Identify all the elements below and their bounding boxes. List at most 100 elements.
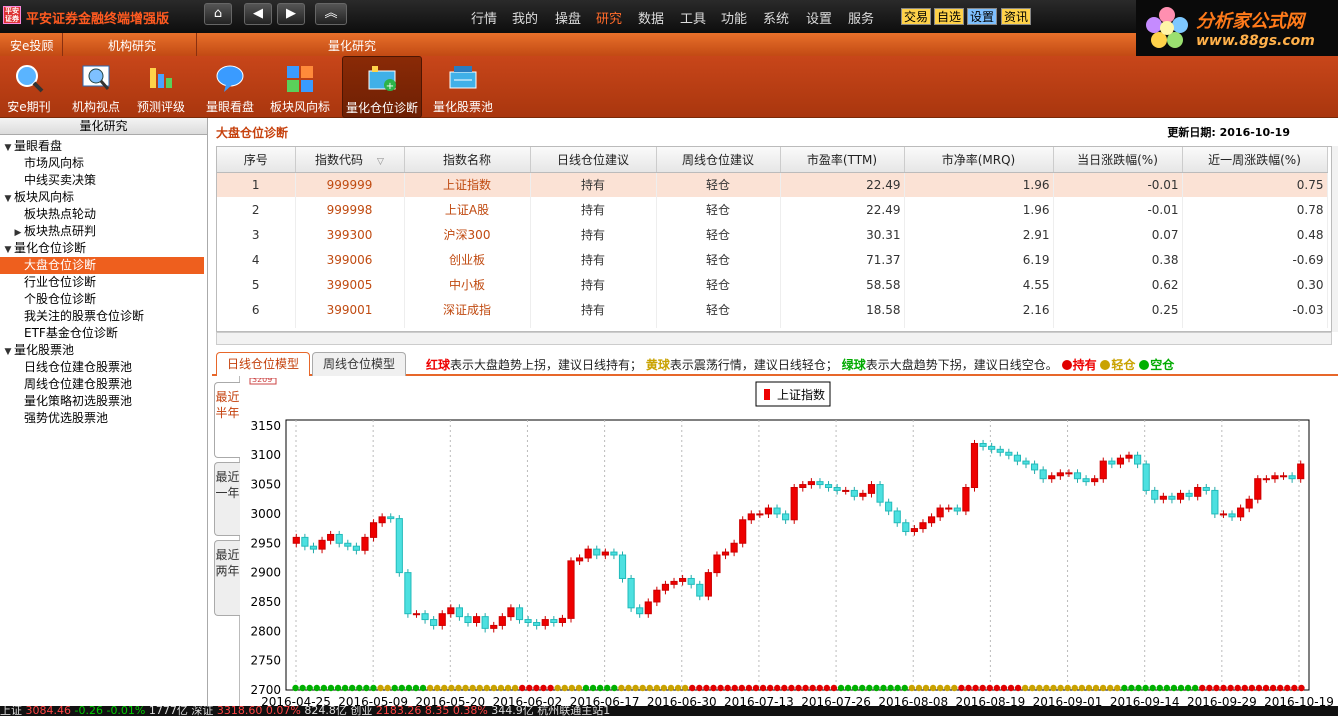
candle	[910, 528, 918, 533]
rating-bars-icon	[150, 68, 172, 88]
sidebar-item[interactable]: ▶ 板块热点研判	[0, 223, 204, 240]
column-header[interactable]: 序号	[217, 147, 296, 173]
back-icon[interactable]: ◀	[244, 3, 272, 25]
candle	[1039, 469, 1047, 480]
sidebar-item[interactable]: ▼ 量化仓位诊断	[0, 240, 204, 257]
sidebar: 量化研究 ▼ 量眼看盘 市场风向标 中线买卖决策 ▼ 板块风向标 板块热点轮动 ▶ 板块热点研判…	[0, 118, 208, 716]
column-header[interactable]: 指数名称	[404, 147, 531, 173]
column-header[interactable]: 当日涨跌幅(%)	[1053, 147, 1183, 173]
section-institution[interactable]: 机构研究	[108, 37, 156, 54]
home-icon[interactable]: ⌂	[204, 3, 232, 25]
candle	[550, 619, 558, 623]
sidebar-item[interactable]: ▼ 量眼看盘	[0, 138, 204, 155]
sidebar-item[interactable]: 强势优选股票池	[0, 410, 204, 427]
table-cell: 71.37	[780, 247, 905, 272]
sidebar-item[interactable]: 行业仓位诊断	[0, 274, 204, 291]
range-tab-1y[interactable]: 最近一年	[214, 462, 240, 536]
flower-logo-icon	[1146, 7, 1188, 48]
candle	[756, 513, 764, 516]
menu-item[interactable]: 研究	[596, 8, 622, 27]
signal-ball	[696, 684, 703, 692]
sidebar-item[interactable]: ▼ 量化股票池	[0, 342, 204, 359]
menu-item[interactable]: 设置	[806, 8, 832, 27]
candle	[1194, 487, 1202, 497]
sidebar-item[interactable]: 大盘仓位诊断	[0, 257, 204, 274]
sidebar-item[interactable]: 周线仓位建仓股票池	[0, 376, 204, 393]
menu-item[interactable]: 行情	[471, 8, 497, 27]
signal-ball	[384, 684, 391, 692]
tool-sector-compass[interactable]: 板块风向标	[266, 56, 334, 118]
signal-ball	[653, 684, 661, 692]
tool-position-diagnosis[interactable]: + 量化仓位诊断	[342, 56, 422, 118]
quick-button[interactable]: 自选	[934, 8, 965, 25]
table-row[interactable]: 2 999998 上证A股 持有 轻仓 22.49 1.96 -0.01 0.78	[217, 197, 1328, 222]
tab-daily-model[interactable]: 日线仓位模型	[216, 352, 311, 376]
forward-icon[interactable]: ▶	[277, 3, 305, 25]
signal-ball	[356, 684, 363, 692]
signal-ball	[568, 684, 576, 692]
sidebar-item[interactable]: 我关注的股票仓位诊断	[0, 308, 204, 325]
table-row[interactable]: 4 399006 创业板 持有 轻仓 71.37 6.19 0.38 -0.69	[217, 247, 1328, 272]
tool-market-eye[interactable]: 量眼看盘	[202, 56, 258, 118]
column-header[interactable]: 市净率(MRQ)	[904, 147, 1054, 173]
signal-ball	[958, 684, 965, 692]
menu-item[interactable]: 系统	[763, 8, 789, 27]
quick-button[interactable]: 交易	[901, 8, 932, 25]
sidebar-item[interactable]: 市场风向标	[0, 155, 204, 172]
quick-button[interactable]: 资讯	[1001, 8, 1032, 25]
quick-button[interactable]: 设置	[967, 8, 998, 25]
table-row[interactable]: 3 399300 沪深300 持有 轻仓 30.31 2.91 0.07 0.48	[217, 222, 1328, 247]
signal-ball	[327, 684, 335, 692]
menu-item[interactable]: 功能	[721, 8, 747, 27]
table-cell: 持有	[530, 197, 657, 222]
sidebar-item[interactable]: ▼ 板块风向标	[0, 189, 204, 206]
tool-journal[interactable]: 安e期刊	[2, 56, 56, 118]
column-header[interactable]: 周线仓位建议	[656, 147, 781, 173]
menu-item[interactable]: 我的	[512, 8, 538, 27]
tool-institution-view[interactable]: 机构视点	[68, 56, 124, 118]
candle	[1176, 492, 1185, 500]
section-quant[interactable]: 量化研究	[328, 37, 376, 54]
column-header[interactable]: 日线仓位建议	[530, 147, 657, 173]
signal-ball	[1291, 684, 1298, 692]
candle	[309, 545, 318, 550]
candle	[721, 551, 730, 556]
column-header[interactable]: 指数代码 ▽	[295, 147, 405, 173]
range-tab-6m[interactable]: 最近半年	[214, 382, 240, 458]
sidebar-item[interactable]: ETF基金仓位诊断	[0, 325, 204, 342]
candle	[1082, 478, 1090, 483]
range-tab-2y[interactable]: 最近两年	[214, 540, 240, 616]
candle	[1125, 454, 1133, 459]
signal-ball	[788, 684, 795, 692]
sidebar-item-label: 量化仓位诊断	[14, 241, 87, 255]
menu-item[interactable]: 工具	[680, 8, 706, 27]
section-anetougu[interactable]: 安e投顾	[10, 37, 53, 54]
tab-weekly-model[interactable]: 周线仓位模型	[312, 352, 407, 376]
table-vscrollbar[interactable]	[1332, 146, 1338, 332]
tool-stock-pool[interactable]: 量化股票池	[430, 56, 496, 118]
signal-ball	[426, 684, 434, 692]
table-row[interactable]: 5 399005 中小板 持有 轻仓 58.58 4.55 0.62 0.30	[217, 272, 1328, 297]
menu-item[interactable]: 数据	[638, 8, 664, 27]
sidebar-item[interactable]: 板块热点轮动	[0, 206, 204, 223]
table-hscrollbar[interactable]	[216, 332, 1332, 345]
signal-ball	[986, 684, 993, 692]
table-cell: -0.69	[1182, 247, 1328, 272]
sidebar-item[interactable]: 个股仓位诊断	[0, 291, 204, 308]
candle	[1168, 495, 1176, 500]
tool-rating[interactable]: 预测评级	[134, 56, 188, 118]
table-cell: 399005	[295, 272, 405, 297]
signal-ball	[894, 684, 901, 692]
collapse-up-icon[interactable]: ︽	[315, 3, 347, 25]
table-row[interactable]: 6 399001 深证成指 持有 轻仓 18.58 2.16 0.25 -0.03	[217, 297, 1328, 322]
sidebar-item[interactable]: 中线买卖决策	[0, 172, 204, 189]
column-header[interactable]: 近一周涨跌幅(%)	[1182, 147, 1328, 173]
signal-ball	[724, 684, 731, 692]
sidebar-item[interactable]: 量化策略初选股票池	[0, 393, 204, 410]
menu-item[interactable]: 操盘	[555, 8, 581, 27]
sidebar-item[interactable]: 日线仓位建仓股票池	[0, 359, 204, 376]
candle	[833, 487, 841, 491]
column-header[interactable]: 市盈率(TTM)	[780, 147, 905, 173]
menu-item[interactable]: 服务	[848, 8, 874, 27]
table-row[interactable]: 1 999999 上证指数 持有 轻仓 22.49 1.96 -0.01 0.75	[217, 172, 1328, 197]
